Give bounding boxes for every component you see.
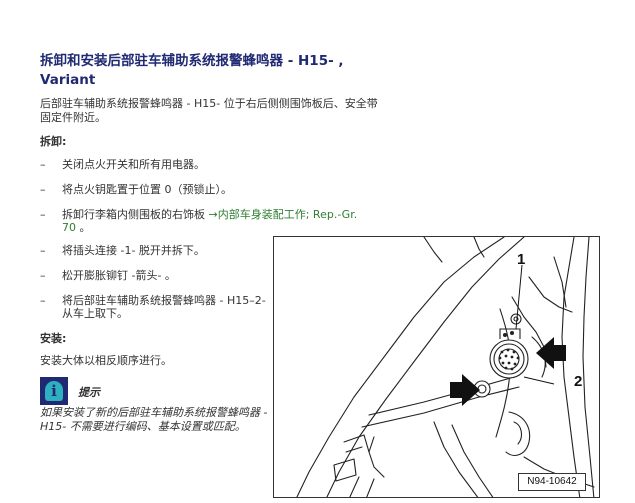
illustration-drawing xyxy=(296,237,595,497)
step-dash: – xyxy=(40,158,46,171)
step-dash: – xyxy=(40,183,46,196)
figure-id: N94-10642 xyxy=(518,473,586,491)
step-text: 关闭点火开关和所有用电器。 xyxy=(62,158,205,171)
callout-2: 2 xyxy=(574,373,583,390)
callout-1: 1 xyxy=(517,251,526,268)
step-text-container: 拆卸行李箱内侧围板的右饰板 →内部车身装配工作; Rep.-Gr. 70 。 xyxy=(62,208,372,234)
technical-illustration: 1 2 N94-10642 xyxy=(273,236,600,498)
step-text: 拆卸行李箱内侧围板的右饰板 xyxy=(62,208,209,221)
step-dash: – xyxy=(40,208,46,221)
note-label: 提示 xyxy=(78,386,100,399)
document-page: 拆卸和安装后部驻车辅助系统报警蜂鸣器 - H15- , Variant 后部驻车… xyxy=(0,0,635,503)
step-dash: – xyxy=(40,294,46,307)
note-text: 如果安装了新的后部驻车辅助系统报警蜂鸣器 - H15- 不需要进行编码、基本设置… xyxy=(40,406,268,433)
step-text: 将插头连接 -1- 脱开并拆下。 xyxy=(62,244,205,257)
step-text: 将点火钥匙置于位置 0（预锁止）。 xyxy=(62,183,232,196)
step-text: 松开膨胀铆钉 -箭头- 。 xyxy=(62,269,176,282)
info-icon-glyph: i xyxy=(51,382,57,400)
page-title: 拆卸和安装后部驻车辅助系统报警蜂鸣器 - H15- , Variant xyxy=(40,53,344,88)
step-text-end: 。 xyxy=(76,221,91,234)
step-text: 将后部驻车辅助系统报警蜂鸣器 - H15–2- 从车上取下。 xyxy=(62,294,266,320)
intro-paragraph: 后部驻车辅助系统报警蜂鸣器 - H15- 位于右后侧侧围饰板后、安全带固定件附近… xyxy=(40,97,378,124)
install-heading: 安装: xyxy=(40,332,67,345)
step-dash: – xyxy=(40,269,46,282)
removal-heading: 拆卸: xyxy=(40,135,67,148)
info-icon: i xyxy=(40,377,68,405)
install-paragraph: 安装大体以相反顺序进行。 xyxy=(40,354,172,367)
step-dash: – xyxy=(40,244,46,257)
